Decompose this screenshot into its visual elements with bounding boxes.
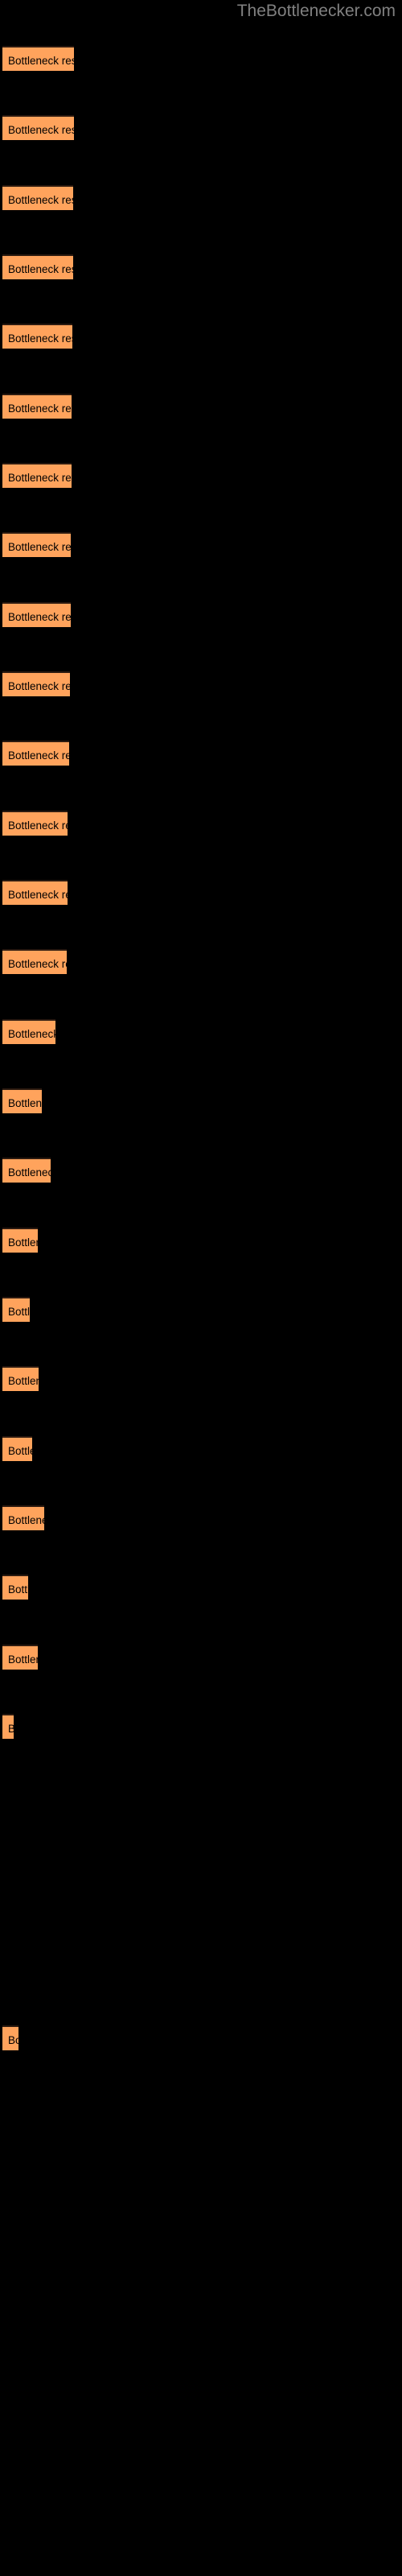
- site-watermark: TheBottlenecker.com: [236, 2, 396, 20]
- bar: Bottleneck result: [2, 394, 72, 419]
- bar-label: Bottleneck result: [8, 472, 72, 484]
- bar: Bottleneck result: [2, 185, 73, 210]
- bar-label: Bottleneck result: [8, 1445, 32, 1457]
- bar: Bottleneck result: [2, 880, 68, 905]
- bar-label: Bottleneck result: [8, 749, 69, 762]
- bar: Bottleneck result: [2, 254, 73, 279]
- bar-label: Bottleneck result: [8, 2034, 18, 2046]
- bar: Bottleneck result: [2, 1228, 38, 1253]
- bar-label: Bottleneck result: [8, 263, 73, 275]
- bar-label: Bottleneck result: [8, 55, 74, 67]
- bar: Bottleneck result: [2, 532, 71, 557]
- bar: Bottleneck result: [2, 811, 68, 836]
- bar: Bottleneck result: [2, 602, 71, 627]
- bar: Bottleneck result: [2, 115, 74, 140]
- bar-label: Bottleneck result: [8, 1166, 51, 1179]
- bar: Bottleneck result: [2, 741, 69, 766]
- bar: Bottleneck result: [2, 1436, 32, 1461]
- bar-label: Bottleneck result: [8, 194, 73, 206]
- bar: Bottleneck result: [2, 1714, 14, 1739]
- bar-label: Bottleneck result: [8, 402, 72, 415]
- bar: Bottleneck result: [2, 1019, 55, 1044]
- bar-label: Bottleneck result: [8, 1375, 39, 1387]
- bar-label: Bottleneck result: [8, 1514, 44, 1526]
- bar-label: Bottleneck result: [8, 1653, 38, 1666]
- bar-label: Bottleneck result: [8, 889, 68, 901]
- bar-label: Bottleneck result: [8, 958, 67, 970]
- bottleneck-bar-chart: Bottleneck result Bottleneck result Bottle…: [0, 0, 402, 2576]
- bar-label: Bottleneck result: [8, 1236, 38, 1249]
- bar-label: Bottleneck result: [8, 1028, 55, 1040]
- bar-label: Bottleneck result: [8, 1583, 28, 1596]
- bar: Bottleneck result: [2, 1505, 44, 1530]
- bar-label: Bottleneck result: [8, 332, 72, 345]
- bar-label: Bottleneck result: [8, 541, 71, 553]
- bar-label: Bottleneck result: [8, 1306, 30, 1318]
- bar: Bottleneck result: [2, 46, 74, 71]
- bar: Bottleneck result: [2, 671, 70, 696]
- bar-label: Bottleneck result: [8, 1097, 42, 1109]
- bar: Bottleneck result: [2, 1575, 28, 1600]
- bar: Bottleneck result: [2, 949, 67, 974]
- bar: Bottleneck result: [2, 1645, 38, 1670]
- bar-label: Bottleneck result: [8, 1715, 14, 1739]
- bar: Bottleneck result: [2, 324, 72, 349]
- bar-label: Bottleneck result: [8, 819, 68, 832]
- bar: Bottleneck result: [2, 1158, 51, 1183]
- bar: Bottleneck result: [2, 2025, 18, 2050]
- bar: Bottleneck result: [2, 1088, 42, 1113]
- bar: Bottleneck result: [2, 1366, 39, 1391]
- bar-label: Bottleneck result: [8, 611, 71, 623]
- bar-label: Bottleneck result: [8, 124, 74, 136]
- bar: Bottleneck result: [2, 1297, 30, 1322]
- bar-label: Bottleneck result: [8, 680, 70, 692]
- bar: Bottleneck result: [2, 463, 72, 488]
